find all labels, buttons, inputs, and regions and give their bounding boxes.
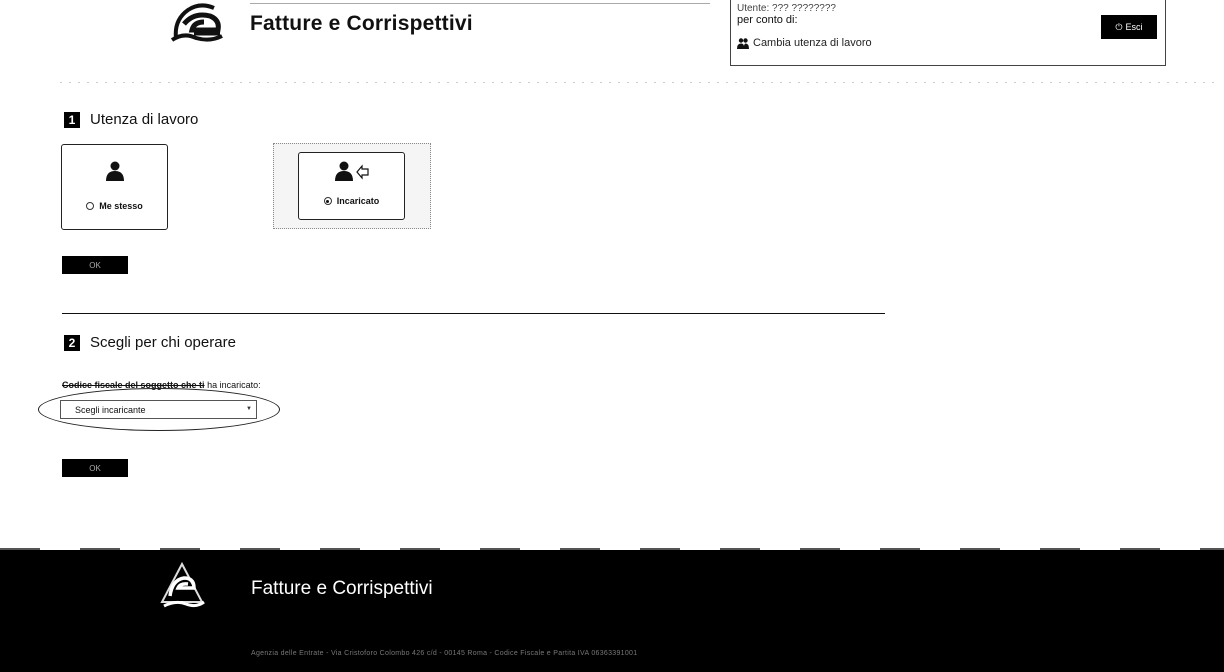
incaricante-select-value: Scegli incaricante xyxy=(75,404,146,415)
footer-edge xyxy=(0,548,1224,550)
footer-legal-note: Agenzia delle Entrate - Via Cristoforo C… xyxy=(251,650,638,657)
step2-heading: 2 Scegli per chi operare xyxy=(64,334,236,351)
step1-heading: 1 Utenza di lavoro xyxy=(64,111,198,128)
page-header: Fatture e Corrispettivi Utente: ??? ????… xyxy=(0,0,1224,83)
step2-title: Scegli per chi operare xyxy=(90,334,236,351)
radio-incaricato[interactable] xyxy=(323,197,332,205)
incaricante-select[interactable]: Scegli incaricante ▼ xyxy=(60,400,257,419)
option-incaricato-card[interactable]: Incaricato xyxy=(298,152,405,220)
chevron-down-icon: ▼ xyxy=(246,406,252,412)
user-line: Utente: ??? ???????? xyxy=(737,3,836,14)
footer-title: Fatture e Corrispettivi xyxy=(251,578,433,599)
incaricante-field-label: Codice fiscale del soggetto che ti ha in… xyxy=(62,380,261,390)
option-incaricato-label: Incaricato xyxy=(336,196,380,206)
header-separator xyxy=(60,82,1220,83)
step2-ok-button[interactable]: OK xyxy=(62,459,128,477)
step1-title: Utenza di lavoro xyxy=(90,111,199,128)
per-conto-label: per conto di: xyxy=(737,14,798,26)
users-icon xyxy=(737,38,749,49)
cambia-utenza-label: Cambia utenza di lavoro xyxy=(753,37,872,49)
field-label-rest: ha incaricato: xyxy=(207,380,261,390)
esci-button[interactable]: ⏻ Esci xyxy=(1101,15,1157,39)
power-icon: ⏻ xyxy=(1115,21,1123,32)
field-label-struck: Codice fiscale del soggetto che ti xyxy=(62,380,205,390)
radio-me-stesso[interactable] xyxy=(86,202,95,210)
step2-number: 2 xyxy=(64,334,80,351)
step1-ok-button[interactable]: OK xyxy=(62,256,128,274)
agenzia-entrate-logo xyxy=(170,3,223,42)
app-title: Fatture e Corrispettivi xyxy=(250,12,473,35)
step1-number: 1 xyxy=(64,111,80,128)
cambia-utenza-link[interactable]: Cambia utenza di lavoro xyxy=(737,37,872,49)
user-delegate-icon xyxy=(334,161,369,181)
agenzia-entrate-footer-logo xyxy=(160,562,205,608)
section-divider xyxy=(62,313,885,314)
option-me-stesso-card[interactable]: Me stesso xyxy=(61,144,168,230)
page-footer: Fatture e Corrispettivi Agenzia delle En… xyxy=(0,548,1224,672)
option-me-stesso-label: Me stesso xyxy=(99,201,143,211)
option-incaricato[interactable]: Incaricato xyxy=(299,196,404,206)
user-icon xyxy=(105,161,124,181)
header-top-rule xyxy=(250,3,710,4)
esci-label: Esci xyxy=(1125,22,1143,32)
option-me-stesso[interactable]: Me stesso xyxy=(62,201,167,211)
user-info-panel: Utente: ??? ???????? per conto di: Cambi… xyxy=(730,0,1166,66)
